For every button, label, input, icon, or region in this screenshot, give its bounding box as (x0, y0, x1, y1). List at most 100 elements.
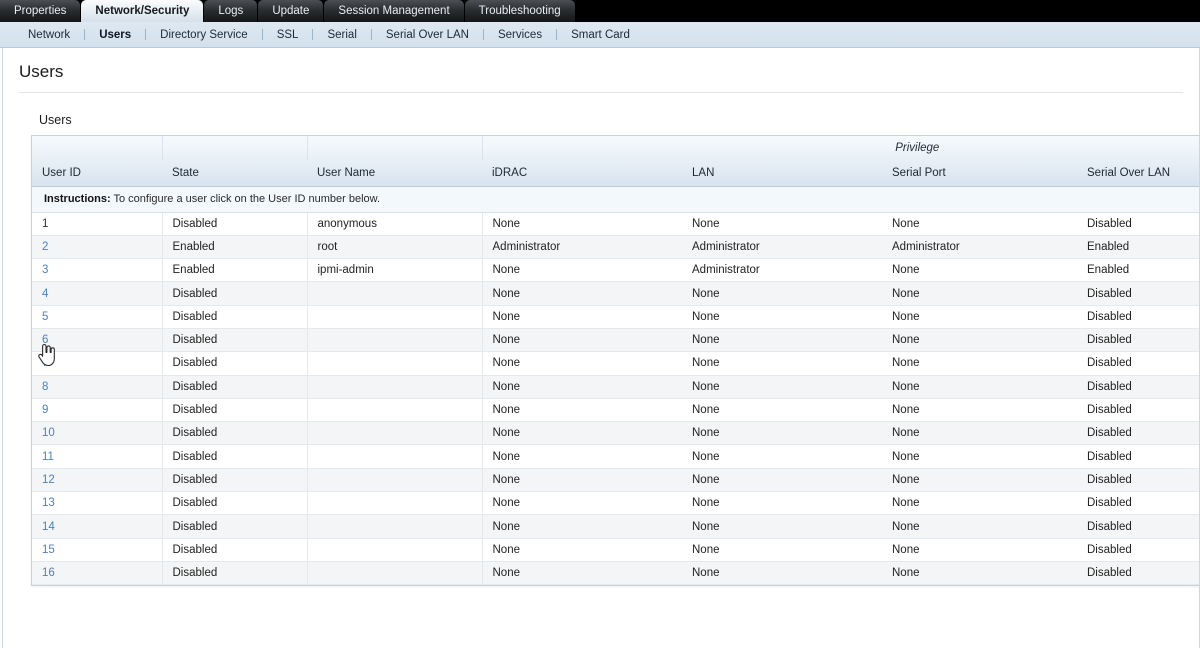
user-id-link[interactable]: 10 (42, 427, 55, 439)
cell-state: Enabled (162, 259, 307, 282)
primary-tab-session-management[interactable]: Session Management (324, 0, 463, 22)
page-title: Users (3, 48, 1199, 92)
cell-user-name: ipmi-admin (307, 259, 482, 282)
secondary-nav-item-network[interactable]: Network (14, 29, 84, 41)
cell-idrac: None (482, 538, 682, 561)
cell-user-name (307, 422, 482, 445)
column-header-serial-port: Serial Port (882, 160, 1077, 186)
cell-state: Disabled (162, 375, 307, 398)
cell-user-name (307, 515, 482, 538)
column-header-state: State (162, 160, 307, 186)
user-id-link[interactable]: 12 (42, 474, 55, 486)
cell-state: Disabled (162, 468, 307, 491)
table-row: 7DisabledNoneNoneNoneDisabled (32, 352, 1200, 375)
cell-user-name (307, 375, 482, 398)
primary-tab-logs[interactable]: Logs (204, 0, 257, 22)
table-row: 15DisabledNoneNoneNoneDisabled (32, 538, 1200, 561)
cell-user-id[interactable]: 7 (32, 352, 162, 375)
cell-user-id[interactable]: 14 (32, 515, 162, 538)
user-id-link[interactable]: 4 (42, 288, 48, 300)
cell-state: Disabled (162, 515, 307, 538)
cell-user-name (307, 282, 482, 305)
cell-state: Disabled (162, 492, 307, 515)
cell-user-id[interactable]: 8 (32, 375, 162, 398)
user-id-link[interactable]: 3 (42, 264, 48, 276)
user-id-link[interactable]: 5 (42, 311, 48, 323)
cell-user-id[interactable]: 15 (32, 538, 162, 561)
cell-user-id[interactable]: 13 (32, 492, 162, 515)
cell-idrac: None (482, 515, 682, 538)
cell-user-id[interactable]: 2 (32, 235, 162, 258)
cell-serial-port: None (882, 398, 1077, 421)
table-row: 6DisabledNoneNoneNoneDisabled (32, 328, 1200, 351)
cell-lan: Administrator (682, 235, 882, 258)
user-id-link[interactable]: 16 (42, 567, 55, 579)
user-id-link[interactable]: 7 (42, 357, 48, 369)
table-row: 14DisabledNoneNoneNoneDisabled (32, 515, 1200, 538)
primary-tab-properties[interactable]: Properties (0, 0, 80, 22)
user-id-link[interactable]: 11 (42, 451, 54, 463)
column-header-row: User IDStateUser NameiDRACLANSerial Port… (32, 160, 1200, 186)
cell-lan: None (682, 212, 882, 235)
table-row: 10DisabledNoneNoneNoneDisabled (32, 422, 1200, 445)
user-id-link[interactable]: 2 (42, 241, 48, 253)
secondary-nav-item-ssl[interactable]: SSL (263, 29, 313, 41)
cell-state: Disabled (162, 282, 307, 305)
cell-serial-port: None (882, 561, 1077, 584)
cell-user-id[interactable]: 6 (32, 328, 162, 351)
secondary-nav-item-serial[interactable]: Serial (313, 29, 370, 41)
cell-lan: None (682, 561, 882, 584)
user-id-link[interactable]: 14 (42, 521, 55, 533)
secondary-nav-item-serial-over-lan[interactable]: Serial Over LAN (372, 29, 483, 41)
cell-user-id[interactable]: 10 (32, 422, 162, 445)
cell-lan: None (682, 398, 882, 421)
cell-user-id: 1 (32, 212, 162, 235)
table-row: 5DisabledNoneNoneNoneDisabled (32, 305, 1200, 328)
cell-user-id[interactable]: 9 (32, 398, 162, 421)
cell-idrac: None (482, 398, 682, 421)
cell-user-id[interactable]: 11 (32, 445, 162, 468)
group-header-spacer-userid (32, 136, 162, 160)
cell-serial-port: None (882, 212, 1077, 235)
cell-lan: None (682, 538, 882, 561)
primary-tab-network-security[interactable]: Network/Security (81, 0, 203, 22)
cell-idrac: None (482, 259, 682, 282)
cell-serial-port: None (882, 328, 1077, 351)
cell-serial-port: Administrator (882, 235, 1077, 258)
user-id-link[interactable]: 6 (42, 334, 48, 346)
cell-user-id[interactable]: 4 (32, 282, 162, 305)
cell-user-id[interactable]: 3 (32, 259, 162, 282)
group-header-privilege: Privilege (482, 136, 1200, 160)
secondary-nav-item-services[interactable]: Services (484, 29, 556, 41)
cell-idrac: Administrator (482, 235, 682, 258)
cell-idrac: None (482, 305, 682, 328)
table-row: 2EnabledrootAdministratorAdministratorAd… (32, 235, 1200, 258)
cell-state: Disabled (162, 212, 307, 235)
cell-serial-over-lan: Enabled (1077, 235, 1200, 258)
cell-serial-over-lan: Disabled (1077, 305, 1200, 328)
cell-serial-port: None (882, 515, 1077, 538)
cell-serial-over-lan: Disabled (1077, 352, 1200, 375)
user-id-link[interactable]: 8 (42, 381, 48, 393)
user-id-link[interactable]: 15 (42, 544, 55, 556)
primary-tab-troubleshooting[interactable]: Troubleshooting (465, 0, 575, 22)
cell-idrac: None (482, 492, 682, 515)
cell-serial-port: None (882, 352, 1077, 375)
user-id-link[interactable]: 13 (42, 497, 55, 509)
instructions-row: Instructions: To configure a user click … (32, 186, 1200, 212)
cell-user-id[interactable]: 12 (32, 468, 162, 491)
secondary-nav-item-users[interactable]: Users (85, 29, 145, 41)
table-row: 1DisabledanonymousNoneNoneNoneDisabled (32, 212, 1200, 235)
cell-user-id[interactable]: 5 (32, 305, 162, 328)
cell-user-name (307, 468, 482, 491)
user-id-link[interactable]: 9 (42, 404, 48, 416)
primary-tab-update[interactable]: Update (258, 0, 323, 22)
group-header-spacer-username (307, 136, 482, 160)
users-table-container: Privilege User IDStateUser NameiDRACLANS… (31, 135, 1200, 586)
column-header-user-id: User ID (32, 160, 162, 186)
table-row: 13DisabledNoneNoneNoneDisabled (32, 492, 1200, 515)
secondary-nav-item-directory-service[interactable]: Directory Service (146, 29, 262, 41)
secondary-nav-item-smart-card[interactable]: Smart Card (557, 29, 644, 41)
cell-user-id[interactable]: 16 (32, 561, 162, 584)
table-row: 4DisabledNoneNoneNoneDisabled (32, 282, 1200, 305)
